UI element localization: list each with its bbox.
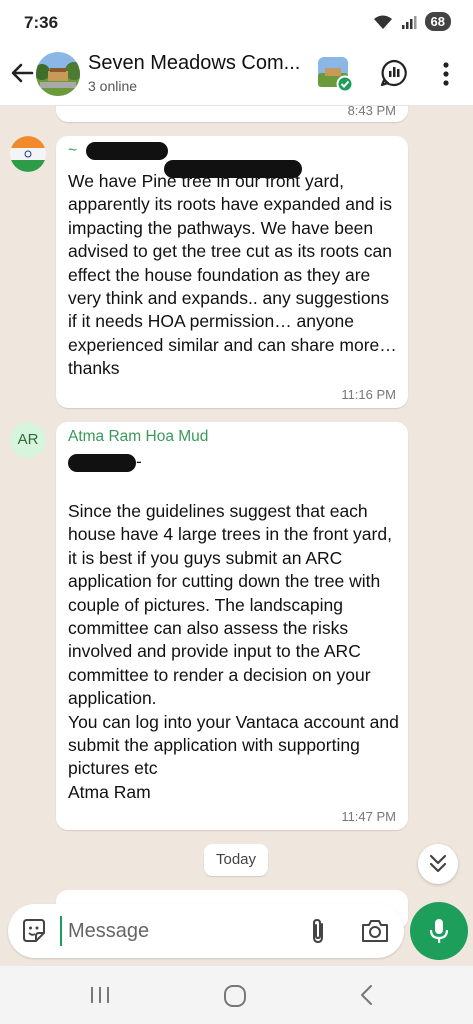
microphone-icon <box>429 919 449 943</box>
chat-area: 8:43 PM ~ We have Pine tree in our front… <box>0 106 473 962</box>
message-bubble-reply[interactable]: Atma Ram Hoa Mud - Since the guidelines … <box>56 422 408 830</box>
group-avatar[interactable] <box>36 52 80 96</box>
paperclip-icon[interactable] <box>304 916 332 946</box>
status-bar: 7:36 68 <box>0 0 473 44</box>
more-vertical-icon[interactable] <box>436 60 456 88</box>
sender-avatar-flag[interactable] <box>10 136 46 172</box>
online-count: 3 online <box>88 78 138 94</box>
microphone-button[interactable] <box>410 902 468 960</box>
mention-suffix: - <box>136 452 142 471</box>
avatar-initials: AR <box>17 431 39 448</box>
wifi-icon <box>373 15 392 29</box>
community-icon[interactable] <box>317 56 353 92</box>
message-time: 8:43 PM <box>347 106 396 118</box>
sticker-icon[interactable] <box>20 917 48 945</box>
message-time: 11:47 PM <box>341 809 396 824</box>
mention-line: - <box>68 452 142 474</box>
poll-icon[interactable] <box>380 59 408 87</box>
sender-avatar-initials[interactable]: AR <box>10 422 46 458</box>
sender-name[interactable]: Atma Ram Hoa Mud <box>68 428 208 446</box>
scroll-to-bottom-button[interactable] <box>418 844 458 884</box>
redacted-sender-name <box>85 142 168 160</box>
chat-header: Seven Meadows Com... 3 online <box>0 44 473 106</box>
sender-prefix: ~ <box>68 142 78 160</box>
chat-title-block[interactable]: Seven Meadows Com... 3 online <box>88 52 310 94</box>
signal-icon <box>401 15 417 29</box>
message-composer <box>8 904 404 958</box>
recent-apps-icon[interactable] <box>86 983 114 1007</box>
message-text: Since the guidelines suggest that each h… <box>68 501 399 802</box>
camera-icon[interactable] <box>360 917 390 945</box>
message-text: We have Pine tree in our front yard, app… <box>68 171 402 379</box>
message-bubble-previous[interactable]: 8:43 PM <box>56 106 408 122</box>
message-bubble-question[interactable]: ~ We have Pine tree in our front yard, a… <box>56 136 408 408</box>
home-icon[interactable] <box>222 983 248 1009</box>
message-input[interactable] <box>60 916 290 946</box>
group-title: Seven Meadows Com... <box>88 52 301 74</box>
back-arrow-icon[interactable] <box>8 58 36 88</box>
sender-line-redacted: ~ <box>68 142 398 179</box>
status-time: 7:36 <box>24 13 59 32</box>
message-time: 11:16 PM <box>341 387 396 402</box>
redacted-mention <box>68 453 136 472</box>
date-separator: Today <box>204 844 268 876</box>
system-nav-bar <box>0 966 473 1024</box>
status-icons: 68 <box>373 12 451 31</box>
battery-indicator: 68 <box>424 12 451 31</box>
nav-back-icon[interactable] <box>356 983 378 1007</box>
double-chevron-down-icon <box>429 854 447 873</box>
